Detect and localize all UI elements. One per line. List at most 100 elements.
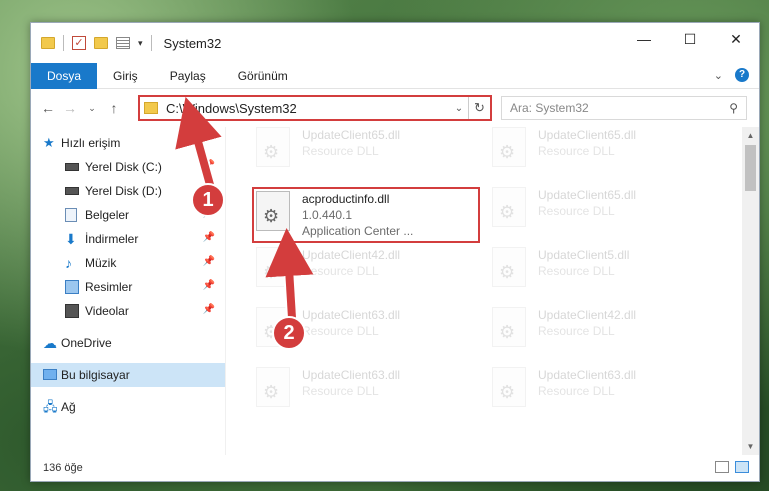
window-controls: — ☐ ✕ <box>621 23 759 55</box>
download-icon: ⬇ <box>65 231 77 247</box>
file-name: UpdateClient63.dll <box>302 368 401 382</box>
file-item[interactable]: ⚙ UpdateClient63.dll Resource DLL <box>256 367 476 413</box>
file-name: UpdateClient65.dll <box>538 128 637 142</box>
dll-file-icon: ⚙ <box>256 247 290 287</box>
folder-icon[interactable] <box>41 37 55 49</box>
file-name: UpdateClient63.dll <box>302 308 401 322</box>
status-bar: 136 öğe <box>31 455 759 481</box>
file-name: UpdateClient42.dll <box>302 248 401 262</box>
folder-icon <box>144 102 158 114</box>
scroll-up-icon[interactable]: ▲ <box>742 127 759 144</box>
nav-item-music[interactable]: ♪ Müzik 📌 <box>31 251 225 275</box>
minimize-button[interactable]: — <box>621 23 667 55</box>
search-box[interactable]: Ara: System32 ⚲ <box>501 96 747 120</box>
vertical-scrollbar[interactable]: ▲ ▼ <box>742 127 759 455</box>
file-desc: Resource DLL <box>302 264 379 278</box>
recent-dropdown[interactable]: ⌄ <box>81 103 103 114</box>
tab-file[interactable]: Dosya <box>31 62 98 89</box>
pin-icon[interactable]: 📌 <box>203 160 215 171</box>
search-input[interactable]: Ara: System32 <box>510 101 729 115</box>
nav-item-quick-access[interactable]: ★ Hızlı erişim <box>31 131 225 155</box>
nav-item-videos[interactable]: Videolar 📌 <box>31 299 225 323</box>
nav-label: Bu bilgisayar <box>61 368 130 382</box>
tab-share[interactable]: Paylaş <box>154 63 222 89</box>
new-folder-icon[interactable] <box>94 37 108 49</box>
file-desc: Resource DLL <box>538 144 615 158</box>
forward-button[interactable]: → <box>59 100 81 116</box>
customize-icon[interactable] <box>116 37 130 49</box>
pin-icon[interactable]: 📌 <box>203 256 215 267</box>
title-bar: ✓ ▾ System32 — ☐ ✕ <box>31 23 759 63</box>
nav-item-disk-c[interactable]: Yerel Disk (C:) 📌 <box>31 155 225 179</box>
dll-file-icon: ⚙ <box>492 367 526 407</box>
chevron-down-icon[interactable]: ▾ <box>138 38 143 49</box>
step-badge-2: 2 <box>272 316 306 350</box>
details-view-icon[interactable] <box>715 461 729 473</box>
nav-item-network[interactable]: 🖧 Ağ <box>31 395 225 419</box>
file-highlight-box <box>252 187 480 243</box>
file-item[interactable]: ⚙ UpdateClient65.dll Resource DLL <box>492 187 712 233</box>
pin-icon[interactable]: 📌 <box>203 232 215 243</box>
nav-item-onedrive[interactable]: ☁ OneDrive <box>31 331 225 355</box>
nav-label: Resimler <box>85 280 133 294</box>
network-icon: 🖧 <box>43 399 58 414</box>
nav-label: Yerel Disk (D:) <box>85 184 162 198</box>
refresh-button[interactable]: ↻ <box>468 97 490 119</box>
nav-label: Müzik <box>85 256 117 270</box>
tiles-view-icon[interactable] <box>735 461 749 473</box>
nav-label: Yerel Disk (C:) <box>85 160 162 174</box>
help-icon[interactable]: ? <box>735 68 749 82</box>
nav-item-this-pc[interactable]: Bu bilgisayar <box>31 363 225 387</box>
dll-file-icon: ⚙ <box>492 127 526 167</box>
chevron-down-icon[interactable]: ⌄ <box>450 103 468 114</box>
main-area: ★ Hızlı erişim Yerel Disk (C:) 📌 Yerel D… <box>31 127 759 455</box>
nav-label: Belgeler <box>85 208 130 222</box>
file-item[interactable]: ⚙ UpdateClient65.dll Resource DLL <box>492 127 712 173</box>
view-buttons <box>715 461 749 473</box>
address-path[interactable]: C:\Windows\System32 <box>166 101 450 116</box>
dll-file-icon: ⚙ <box>256 367 290 407</box>
nav-label: Ağ <box>61 400 76 414</box>
tab-home[interactable]: Giriş <box>97 63 154 89</box>
music-icon: ♪ <box>65 255 72 271</box>
file-desc: Resource DLL <box>538 384 615 398</box>
expand-ribbon-icon[interactable]: ⌄ <box>714 69 723 82</box>
address-row: ← → ⌄ ↑ C:\Windows\System32 ⌄ ↻ Ara: Sys… <box>31 89 759 127</box>
pin-icon[interactable]: 📌 <box>203 304 215 315</box>
nav-label: Videolar <box>85 304 129 318</box>
back-button[interactable]: ← <box>37 100 59 116</box>
file-explorer-window: ✓ ▾ System32 — ☐ ✕ Dosya Giriş Paylaş Gö… <box>30 22 760 482</box>
star-icon: ★ <box>43 135 55 150</box>
scroll-down-icon[interactable]: ▼ <box>742 438 759 455</box>
properties-icon[interactable]: ✓ <box>72 36 86 50</box>
file-list: ⚙ UpdateClient65.dll Resource DLL ⚙ Updat… <box>226 127 759 455</box>
file-item[interactable]: ⚙ UpdateClient42.dll Resource DLL <box>492 307 712 353</box>
pin-icon[interactable]: 📌 <box>203 280 215 291</box>
drive-icon <box>65 163 79 171</box>
close-button[interactable]: ✕ <box>713 23 759 55</box>
quick-access-toolbar: ✓ ▾ <box>41 35 152 51</box>
nav-item-downloads[interactable]: ⬇ İndirmeler 📌 <box>31 227 225 251</box>
cloud-icon: ☁ <box>43 335 57 351</box>
scrollbar-thumb[interactable] <box>745 145 756 191</box>
file-item[interactable]: ⚙ UpdateClient65.dll Resource DLL <box>256 127 476 173</box>
up-button[interactable]: ↑ <box>103 100 125 116</box>
file-desc: Resource DLL <box>302 324 379 338</box>
search-icon[interactable]: ⚲ <box>729 101 738 115</box>
nav-item-pictures[interactable]: Resimler 📌 <box>31 275 225 299</box>
file-name: UpdateClient65.dll <box>302 128 401 142</box>
file-name: UpdateClient42.dll <box>538 308 637 322</box>
nav-label: İndirmeler <box>85 232 139 246</box>
navigation-pane: ★ Hızlı erişim Yerel Disk (C:) 📌 Yerel D… <box>31 127 226 455</box>
tab-view[interactable]: Görünüm <box>222 63 304 89</box>
file-item[interactable]: ⚙ UpdateClient63.dll Resource DLL <box>492 367 712 413</box>
address-bar[interactable]: C:\Windows\System32 ⌄ ↻ <box>138 95 492 121</box>
file-desc: Resource DLL <box>302 144 379 158</box>
file-item[interactable]: ⚙ UpdateClient5.dll Resource DLL <box>492 247 712 293</box>
window-title: System32 <box>163 35 222 51</box>
maximize-button[interactable]: ☐ <box>667 23 713 55</box>
file-item[interactable]: ⚙ UpdateClient42.dll Resource DLL <box>256 247 476 293</box>
dll-file-icon: ⚙ <box>492 247 526 287</box>
dll-file-icon: ⚙ <box>256 127 290 167</box>
dll-file-icon: ⚙ <box>492 187 526 227</box>
